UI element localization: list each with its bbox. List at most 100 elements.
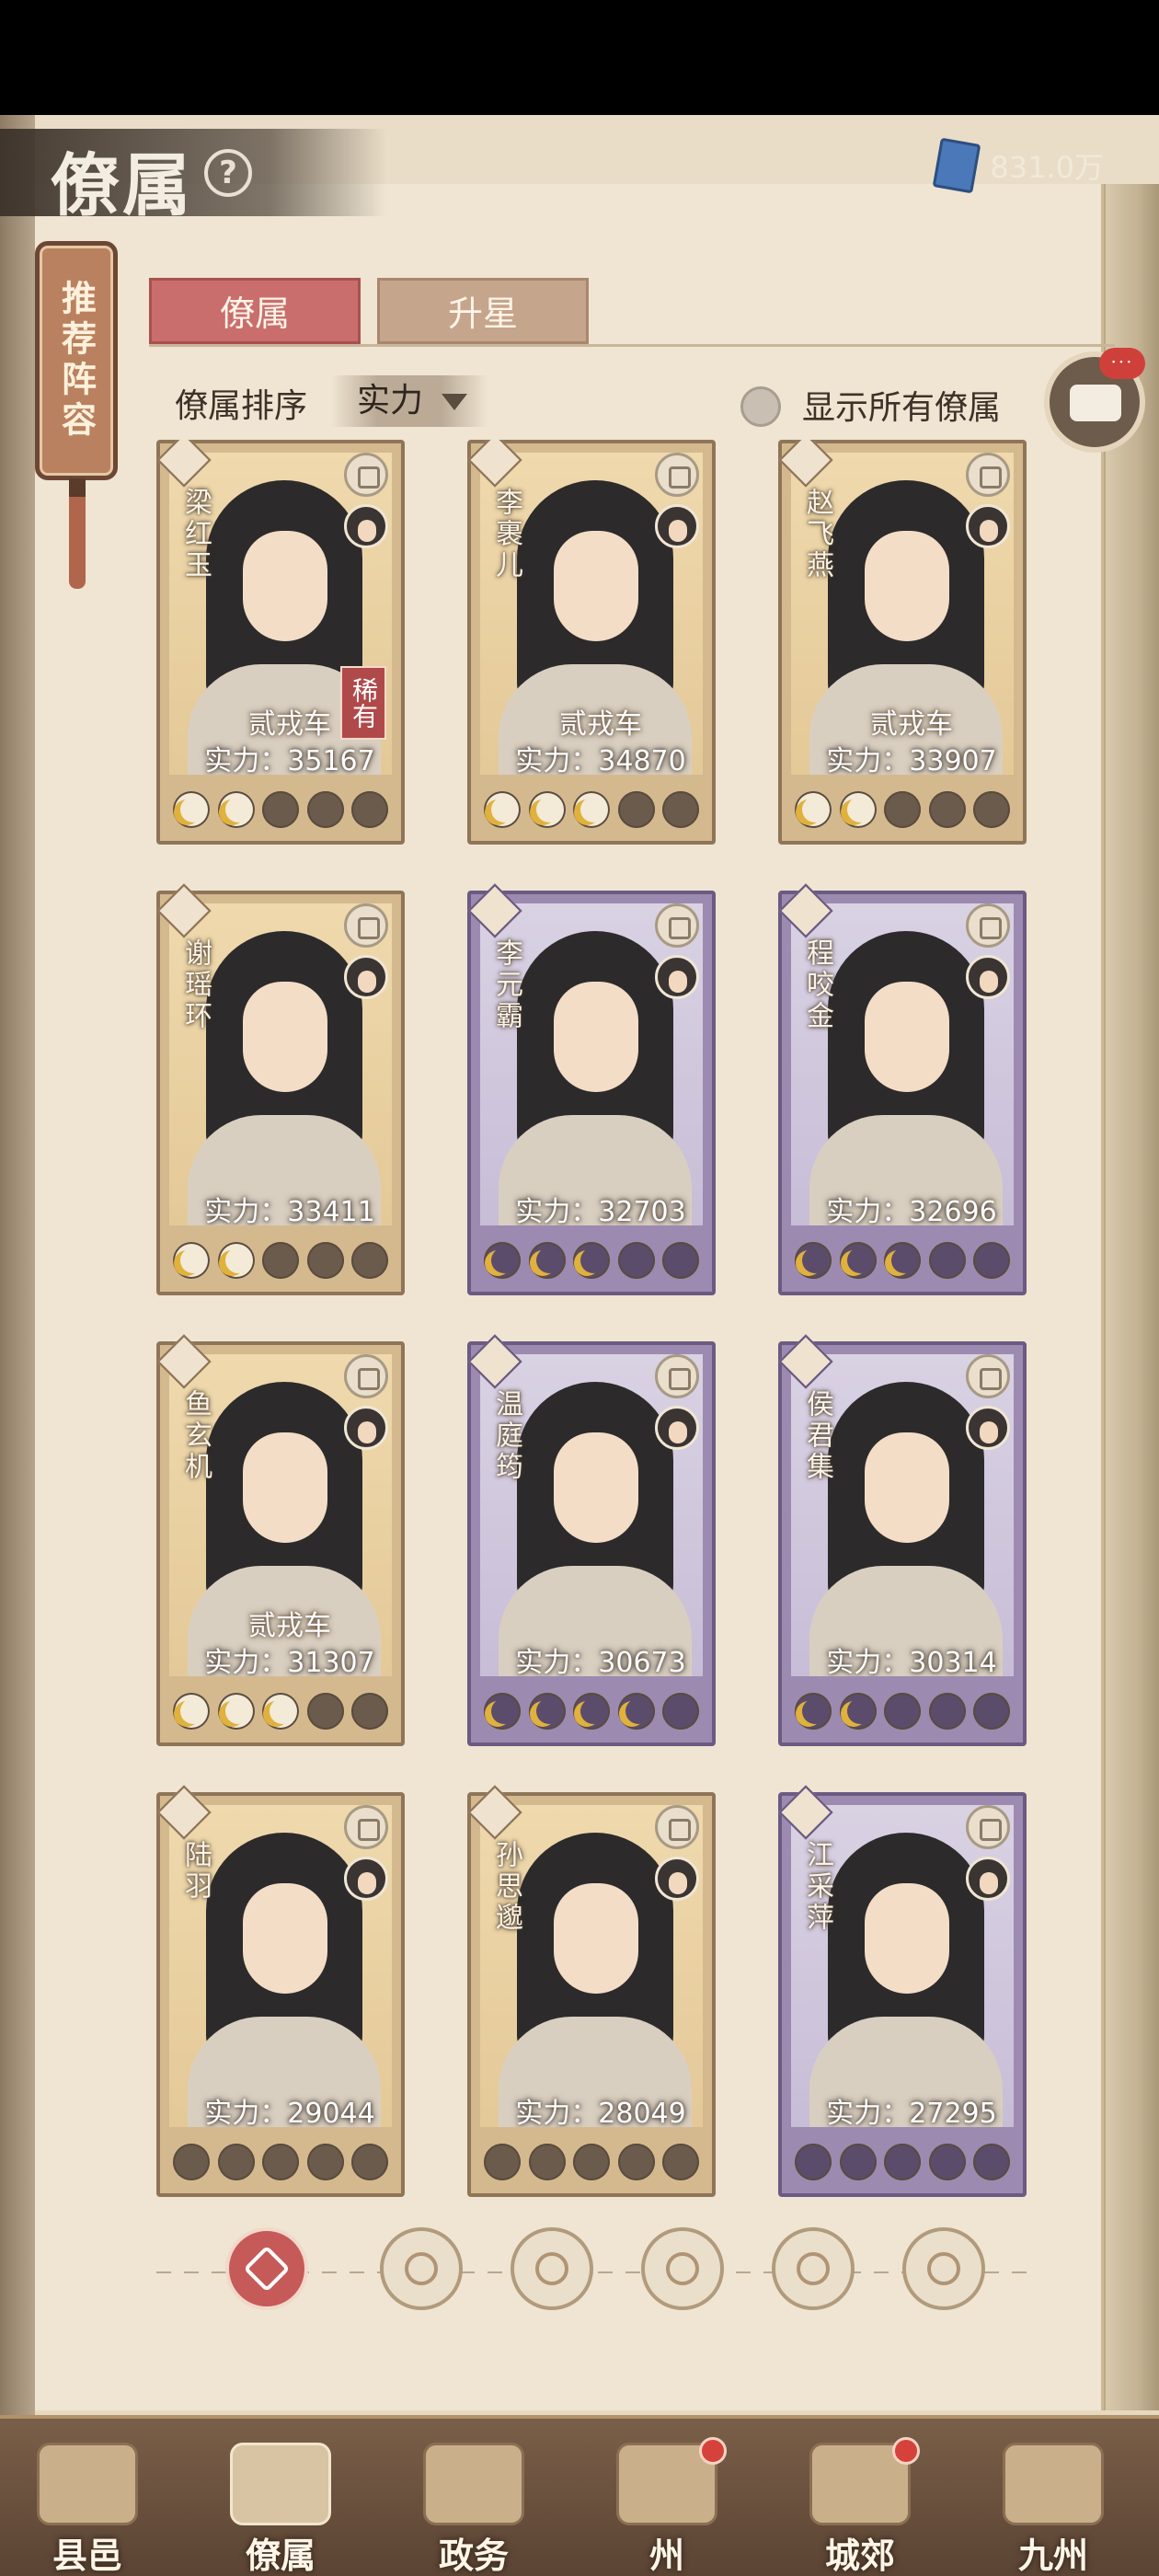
retainer-card[interactable]: 温庭筠 实力：30673 [467, 1334, 716, 1746]
retainer-portrait: 赵飞燕 贰戎车 实力：33907 [791, 453, 1014, 775]
retainer-portrait: 李元霸 实力：32703 [480, 903, 703, 1225]
sort-label: 僚属排序 [175, 387, 308, 425]
nav-item[interactable]: 城郊 [773, 2437, 947, 2576]
tab-star-up[interactable]: 升星 [377, 278, 589, 344]
moon-star-icon [795, 1693, 832, 1730]
moon-star-icon [484, 791, 521, 828]
retainer-power: 实力：32696 [791, 1189, 1014, 1225]
power-prefix: 实力： [515, 1647, 599, 1676]
role-icon [344, 903, 388, 948]
recommend-lineup-tab[interactable]: 推荐阵容 [35, 241, 118, 480]
role-icon [344, 453, 388, 497]
moon-star-icon [484, 2144, 521, 2180]
retainer-power: 实力：35167 [169, 738, 392, 775]
filter-button[interactable] [511, 2227, 593, 2310]
nav-label: 城郊 [824, 2535, 895, 2576]
chat-notification-badge: ··· [1099, 348, 1145, 379]
role-icon [966, 1805, 1010, 1849]
retainer-power: 实力：32703 [480, 1189, 703, 1225]
retainer-power: 实力：34870 [480, 738, 703, 775]
nav-building-icon [230, 2443, 331, 2525]
retainer-card[interactable]: 陆羽 实力：29044 [156, 1785, 405, 2197]
filter-button[interactable] [772, 2227, 855, 2310]
power-value: 33907 [909, 745, 997, 775]
chat-bubble-icon [1070, 385, 1121, 421]
sort-dropdown[interactable]: 实力 [331, 375, 488, 427]
portrait-face [865, 982, 949, 1092]
retainer-card[interactable]: 鱼玄机 贰戎车 实力：31307 [156, 1334, 405, 1746]
filter-button[interactable] [380, 2227, 463, 2310]
nav-label: 九州 [1017, 2535, 1088, 2576]
star-rating [169, 1687, 392, 1735]
filter-button[interactable] [641, 2227, 724, 2310]
moon-star-icon [617, 2144, 655, 2180]
currency-display: 831.0万 [933, 137, 1104, 194]
nav-item[interactable]: 州 [580, 2437, 754, 2576]
power-value: 28049 [598, 2098, 686, 2127]
moon-star-icon [528, 1242, 566, 1279]
tassel-decoration [69, 478, 86, 589]
power-prefix: 实力： [515, 745, 599, 775]
moon-star-icon [973, 1693, 1010, 1730]
portrait-face [865, 1883, 949, 1994]
retainer-power: 实力：30314 [791, 1639, 1014, 1676]
role-icon [655, 453, 699, 497]
nav-item[interactable]: 县邑 [0, 2437, 175, 2576]
moon-star-icon [528, 791, 566, 828]
moon-star-icon [839, 791, 877, 828]
power-value: 33411 [287, 1196, 375, 1225]
moon-star-icon [795, 791, 832, 828]
power-prefix: 实力： [204, 2098, 288, 2127]
star-rating [480, 1236, 703, 1284]
role-icon [344, 1354, 388, 1398]
retainer-portrait: 侯君集 实力：30314 [791, 1354, 1014, 1676]
gourd-filter-icon [535, 2252, 568, 2285]
category-filter-bar [156, 2222, 1030, 2323]
nav-label: 县邑 [52, 2535, 122, 2576]
nav-building-icon [1003, 2443, 1104, 2525]
portrait-face [865, 1432, 949, 1543]
dropdown-arrow-icon [442, 394, 467, 410]
moon-star-icon [973, 791, 1010, 828]
moon-star-icon [839, 1693, 877, 1730]
filter-button[interactable] [225, 2227, 308, 2310]
show-all-checkbox[interactable] [740, 386, 781, 427]
retainer-card[interactable]: 谢瑶环 实力：33411 [156, 883, 405, 1295]
retainer-card[interactable]: 侯君集 实力：30314 [778, 1334, 1027, 1746]
retainer-card[interactable]: 梁红玉 贰戎车 稀有 实力：35167 [156, 440, 405, 845]
role-icon [655, 903, 699, 948]
moon-star-icon [662, 2144, 699, 2180]
nav-item[interactable]: 政务 [386, 2437, 561, 2576]
nav-item[interactable]: 僚属 [193, 2437, 368, 2576]
power-prefix: 实力： [826, 745, 910, 775]
moon-star-icon [217, 1693, 255, 1730]
all-filter-icon [243, 2245, 291, 2293]
filter-button[interactable] [902, 2227, 985, 2310]
nav-item[interactable]: 九州 [966, 2437, 1141, 2576]
moon-star-icon [173, 1242, 210, 1279]
power-value: 30673 [598, 1647, 686, 1676]
beast-filter-icon [797, 2252, 830, 2285]
retainer-card[interactable]: 孙思邈 实力：28049 [467, 1785, 716, 2197]
retainer-card[interactable]: 李元霸 实力：32703 [467, 883, 716, 1295]
moon-star-icon [839, 1242, 877, 1279]
moon-star-icon [573, 1242, 610, 1279]
retainer-power: 实力：31307 [169, 1639, 392, 1676]
partner-avatar [966, 955, 1010, 999]
retainer-card[interactable]: 江采萍 实力：27295 [778, 1785, 1027, 2197]
retainer-card[interactable]: 李裹儿 贰戎车 实力：34870 [467, 440, 716, 845]
moon-star-icon [617, 791, 655, 828]
partner-avatar [655, 1857, 699, 1901]
moon-star-icon [351, 791, 388, 828]
partner-avatar [966, 1857, 1010, 1901]
portrait-face [865, 531, 949, 641]
help-button[interactable]: ? [204, 149, 252, 197]
tab-retainers[interactable]: 僚属 [149, 278, 361, 344]
retainer-portrait: 李裹儿 贰戎车 实力：34870 [480, 453, 703, 775]
power-value: 31307 [287, 1647, 375, 1676]
fan-filter-icon [666, 2252, 699, 2285]
retainer-card[interactable]: 程咬金 实力：32696 [778, 883, 1027, 1295]
retainer-card[interactable]: 赵飞燕 贰戎车 实力：33907 [778, 440, 1027, 845]
role-icon [655, 1354, 699, 1398]
moon-star-icon [795, 1242, 832, 1279]
